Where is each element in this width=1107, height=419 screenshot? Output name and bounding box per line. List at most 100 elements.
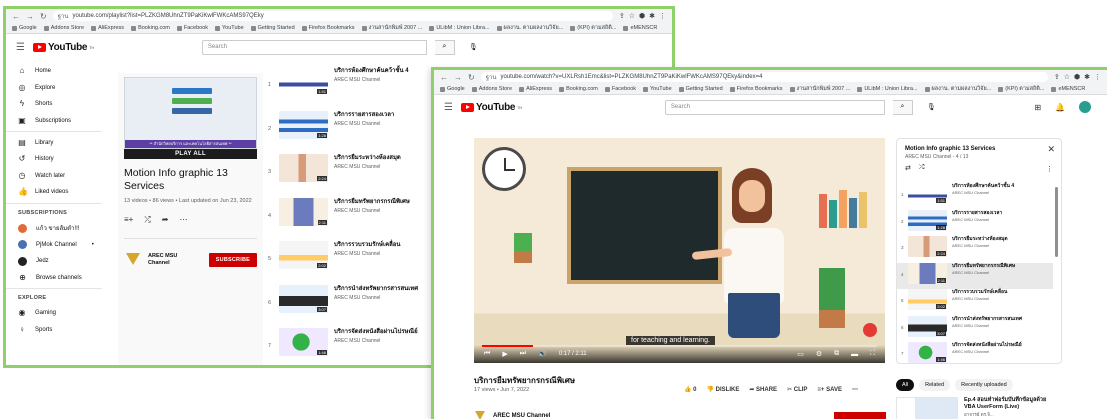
playlist-thumbnail[interactable]: ** สำนักวิทยบริการ และเทคโนโลยีสารสนเทศ …	[124, 77, 257, 149]
bookmark-item[interactable]: Addons Store	[471, 86, 512, 92]
notifications-icon[interactable]: 🔔	[1055, 103, 1065, 112]
bookmark-item[interactable]: Getting Started	[250, 25, 295, 31]
playlist-row[interactable]: 7 1:46 บริการจัดส่งหนังสือผ่านไปรษณีย์ AREC…	[897, 342, 1053, 369]
video-channel[interactable]: AREC MSU Channel	[952, 243, 1008, 248]
scrollbar[interactable]	[1055, 187, 1058, 257]
menu-icon[interactable]: ⋮	[659, 12, 666, 20]
video-title[interactable]: บริการรวบรวมรักษ์เคลื่อน	[334, 241, 400, 249]
subscription-item[interactable]: ⊕ Browse channels	[18, 270, 110, 287]
playlist-row[interactable]: 1 1:51 บริการห้องศึกษาค้นคว้าชั้น 4 AREC MS…	[897, 183, 1053, 210]
share-button[interactable]: ➦ SHARE	[749, 386, 777, 393]
theater-icon[interactable]: ▬	[851, 351, 858, 358]
video-thumbnail[interactable]: 2:02	[279, 241, 328, 269]
sidebar-item[interactable]: ▤ Library	[18, 134, 110, 151]
recommended-title[interactable]: Ep.4 สอนทำฟอร์มบันทึกข้อมูลด้วย VBA User…	[964, 397, 1054, 411]
more-icon[interactable]: ⋯	[179, 215, 187, 225]
playlist-video-row[interactable]: 2 1:28 บริการรายสารสองเวลา AREC MSU Channel	[268, 110, 438, 155]
bookmark-item[interactable]: eMENSCR	[623, 25, 657, 31]
filter-chip[interactable]: All	[896, 379, 915, 391]
video-thumbnail[interactable]: 3:07	[908, 315, 947, 337]
bookmark-item[interactable]: Google	[440, 86, 465, 92]
video-title[interactable]: บริการยืมทรัพยากรกรณีพิเศษ	[952, 263, 1015, 269]
search-button[interactable]: ⌕	[892, 99, 913, 115]
reload-icon[interactable]: ↻	[40, 12, 47, 21]
bookmark-item[interactable]: Facebook	[604, 86, 636, 92]
video-title[interactable]: บริการห้องศึกษาค้นคว้าชั้น 4	[952, 183, 1014, 189]
search-input[interactable]: Search	[664, 99, 885, 115]
video-thumbnail[interactable]: 2:11	[908, 262, 947, 284]
subscribe-button[interactable]	[834, 412, 886, 419]
playlist-row[interactable]: 2 1:28 บริการรายสารสองเวลา AREC MSU Channel	[897, 209, 1053, 237]
bookmark-item[interactable]: YouTube	[643, 86, 672, 92]
create-video-icon[interactable]: ⊞	[1034, 103, 1041, 112]
clip-button[interactable]: ✂ CLIP	[787, 386, 807, 393]
bookmark-item[interactable]: eMENSCR	[1051, 86, 1085, 92]
recommended-thumbnail[interactable]	[896, 397, 958, 419]
video-thumbnail[interactable]: 1:28	[908, 209, 947, 231]
video-thumbnail[interactable]: 2:11	[279, 197, 328, 226]
channel-logo-icon[interactable]	[124, 251, 142, 269]
puzzle-icon[interactable]: ✱	[649, 12, 655, 20]
video-channel[interactable]: AREC MSU Channel	[334, 251, 400, 257]
menu-icon[interactable]: ⋮	[1094, 73, 1101, 81]
address-bar[interactable]: ฐาน youtube.com/playlist?list=PLZKGM8Uhn…	[52, 11, 613, 21]
share-icon[interactable]: ➦	[162, 215, 169, 225]
video-channel[interactable]: AREC MSU Channel	[952, 270, 1015, 275]
video-title[interactable]: บริการรายสารสองเวลา	[334, 111, 394, 119]
hamburger-menu-icon[interactable]: ☰	[16, 42, 25, 53]
bookmark-item[interactable]: Booking.com	[131, 25, 170, 31]
bookmark-item[interactable]: ผลงาน. ตามผลงานวิจัย...	[496, 24, 563, 32]
sidebar-item[interactable]: ϟ Shorts	[18, 96, 110, 113]
video-channel[interactable]: AREC MSU Channel	[952, 323, 1022, 328]
filter-chip[interactable]: Recently uploaded	[955, 379, 1013, 391]
video-title[interactable]: บริการนำส่งทรัพยากรสารสนเทศ	[952, 316, 1022, 322]
sidebar-item[interactable]: ◎ Explore	[18, 80, 110, 97]
extension-icon[interactable]: ⬢	[639, 12, 645, 20]
video-thumbnail[interactable]: 2:24	[279, 154, 328, 182]
video-player[interactable]: for teaching and learning. ⏮ ▶ ⏭ 🔊 0:17 …	[474, 138, 885, 363]
sidebar-item[interactable]: ▣ Subscriptions	[18, 113, 110, 130]
video-title[interactable]: บริการยืมระหว่างห้องสมุด	[952, 236, 1008, 242]
bookmark-item[interactable]: ผลงาน. ตามผลงานวิจัย...	[924, 85, 991, 93]
back-icon[interactable]: ←	[12, 12, 20, 21]
subscription-item[interactable]: Jedz	[18, 253, 110, 270]
playlist-row[interactable]: 6 3:07 บริการนำส่งทรัพยากรสารสนเทศ AREC MSU…	[897, 315, 1053, 343]
share-icon[interactable]: ⇪	[1054, 73, 1060, 81]
sidebar-item[interactable]: ◷ Watch later	[18, 168, 110, 185]
shuffle-icon[interactable]: ⤮	[144, 215, 150, 225]
youtube-logo[interactable]: YouTube TH	[460, 102, 522, 113]
subtitles-icon[interactable]: ▭	[797, 350, 804, 358]
puzzle-icon[interactable]: ✱	[1084, 73, 1090, 81]
video-thumbnail[interactable]: 3:07	[279, 284, 328, 313]
play-all-button[interactable]: PLAY ALL	[124, 149, 257, 159]
video-thumbnail[interactable]: 1:51	[908, 183, 947, 204]
playlist-video-row[interactable]: 4 2:11 บริการยืมทรัพยากรกรณีพิเศษ AREC MSU …	[268, 197, 438, 242]
channel-watermark-icon[interactable]	[863, 323, 877, 337]
bookmark-item[interactable]: Firefox Bookmarks	[301, 25, 355, 31]
video-title[interactable]: บริการห้องศึกษาค้นคว้าชั้น 4	[334, 67, 409, 75]
search-button[interactable]: ⌕	[434, 39, 455, 55]
video-channel[interactable]: AREC MSU Channel	[334, 295, 418, 301]
video-thumbnail[interactable]: 2:24	[908, 236, 947, 257]
video-channel[interactable]: AREC MSU Channel	[334, 121, 394, 127]
video-title[interactable]: บริการจัดส่งหนังสือผ่านไปรษณีย์	[334, 328, 418, 336]
channel-logo-icon[interactable]	[474, 410, 486, 419]
video-channel[interactable]: AREC MSU Channel	[334, 77, 409, 83]
playlist-video-row[interactable]: 5 2:02 บริการรวบรวมรักษ์เคลื่อน AREC MSU Ch…	[268, 241, 438, 285]
playlist-video-row[interactable]: 7 1:46 บริการจัดส่งหนังสือผ่านไปรษณีย์ AREC…	[268, 328, 438, 365]
playlist-video-row[interactable]: 1 1:51 บริการห้องศึกษาค้นคว้าชั้น 4 AREC MS…	[268, 67, 438, 111]
sidebar-item[interactable]: ↺ History	[18, 151, 110, 168]
volume-icon[interactable]: 🔊	[538, 350, 547, 358]
hamburger-menu-icon[interactable]: ☰	[444, 102, 453, 113]
bookmark-item[interactable]: งานสานักพิมพ์ 2007 ...	[361, 24, 422, 32]
subscription-item[interactable]: PjMok Channel •	[18, 236, 110, 253]
star-icon[interactable]: ☆	[629, 12, 635, 20]
miniplayer-icon[interactable]: ⧉	[834, 350, 839, 358]
video-thumbnail[interactable]: 2:02	[908, 289, 947, 310]
subscription-item[interactable]: แก้ว ขายส้มตำ!!!	[18, 220, 110, 237]
next-icon[interactable]: ⏭	[520, 350, 526, 358]
playlist-video-row[interactable]: 3 2:24 บริการยืมระหว่างห้องสมุด AREC MSU Ch…	[268, 154, 438, 198]
video-channel[interactable]: AREC MSU Channel	[952, 349, 1022, 354]
address-bar[interactable]: ฐาน youtube.com/watch?v=UXLRsh1Emc&list=…	[480, 72, 1048, 82]
bookmark-item[interactable]: (KPI) ตามสถิติ...	[998, 85, 1044, 93]
